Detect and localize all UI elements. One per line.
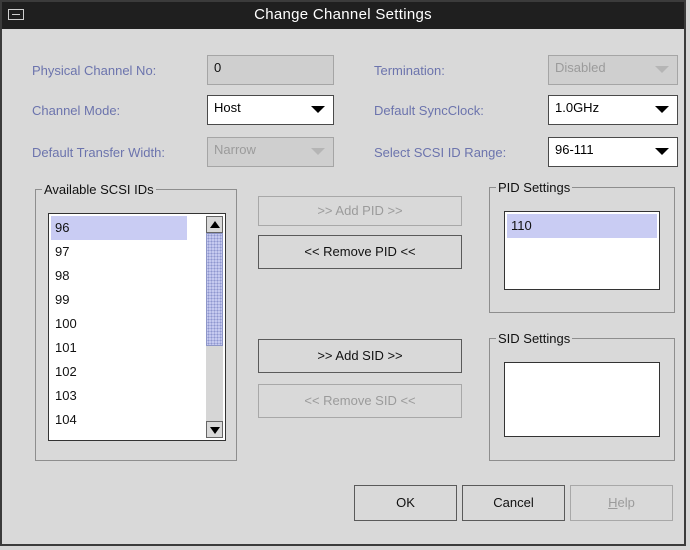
sync-clock-select[interactable]: 1.0GHz — [548, 95, 678, 125]
remove-sid-button[interactable]: << Remove SID << — [258, 384, 462, 418]
chevron-down-icon — [655, 106, 669, 113]
scsi-range-label: Select SCSI ID Range: — [374, 145, 507, 160]
chevron-down-icon — [311, 148, 325, 155]
pid-settings-label: PID Settings — [496, 180, 573, 195]
termination-select: Disabled — [548, 55, 678, 85]
scroll-down-button[interactable] — [206, 421, 223, 438]
scsi-range-value: 96-111 — [555, 142, 594, 157]
remove-pid-button[interactable]: << Remove PID << — [258, 235, 462, 269]
list-item[interactable]: 101 — [51, 336, 187, 360]
cancel-button[interactable]: Cancel — [462, 485, 565, 521]
window-title: Change Channel Settings — [254, 6, 432, 23]
channel-mode-label: Channel Mode: — [32, 103, 121, 118]
physical-channel-label: Physical Channel No: — [32, 63, 157, 78]
vertical-scrollbar[interactable] — [206, 216, 223, 438]
scrollbar-thumb[interactable] — [206, 233, 223, 346]
channel-mode-select[interactable]: Host — [207, 95, 334, 125]
list-item[interactable]: 96 — [51, 216, 187, 240]
transfer-width-value: Narrow — [214, 142, 256, 157]
chevron-down-icon — [311, 106, 325, 113]
termination-label: Termination: — [374, 63, 445, 78]
help-button[interactable]: Help — [570, 485, 673, 521]
available-scsi-ids-group: Available SCSI IDs 96 97 98 99 100 101 1… — [35, 182, 237, 461]
scsi-range-select[interactable]: 96-111 — [548, 137, 678, 167]
title-bar: Change Channel Settings — [2, 2, 684, 29]
available-scsi-ids-label: Available SCSI IDs — [42, 182, 156, 197]
list-item[interactable]: 100 — [51, 312, 187, 336]
physical-channel-field: 0 — [207, 55, 334, 85]
list-item[interactable]: 104 — [51, 408, 187, 432]
chevron-down-icon — [655, 148, 669, 155]
pid-settings-group: PID Settings 110 — [489, 180, 675, 313]
arrow-down-icon — [210, 427, 220, 434]
termination-value: Disabled — [555, 60, 606, 75]
sid-settings-label: SID Settings — [496, 331, 573, 346]
physical-channel-value: 0 — [214, 60, 222, 75]
sync-clock-label: Default SyncClock: — [374, 103, 484, 118]
pid-settings-list[interactable]: 110 — [504, 211, 660, 290]
list-item[interactable]: 102 — [51, 360, 187, 384]
list-item[interactable]: 99 — [51, 288, 187, 312]
available-scsi-ids-list[interactable]: 96 97 98 99 100 101 102 103 104 — [48, 213, 226, 441]
add-pid-button[interactable]: >> Add PID >> — [258, 196, 462, 226]
sync-clock-value: 1.0GHz — [555, 100, 600, 115]
ok-button[interactable]: OK — [354, 485, 457, 521]
transfer-width-label: Default Transfer Width: — [32, 145, 165, 160]
scroll-up-button[interactable] — [206, 216, 223, 233]
change-channel-settings-dialog: Change Channel Settings Physical Channel… — [0, 0, 686, 546]
list-item[interactable]: 110 — [507, 214, 657, 238]
channel-mode-value: Host — [214, 100, 241, 115]
list-item[interactable]: 103 — [51, 384, 187, 408]
transfer-width-select: Narrow — [207, 137, 334, 167]
sid-settings-list[interactable] — [504, 362, 660, 437]
chevron-down-icon — [655, 66, 669, 73]
list-item[interactable]: 97 — [51, 240, 187, 264]
list-item[interactable]: 98 — [51, 264, 187, 288]
add-sid-button[interactable]: >> Add SID >> — [258, 339, 462, 373]
arrow-up-icon — [210, 221, 220, 228]
sid-settings-group: SID Settings — [489, 331, 675, 461]
